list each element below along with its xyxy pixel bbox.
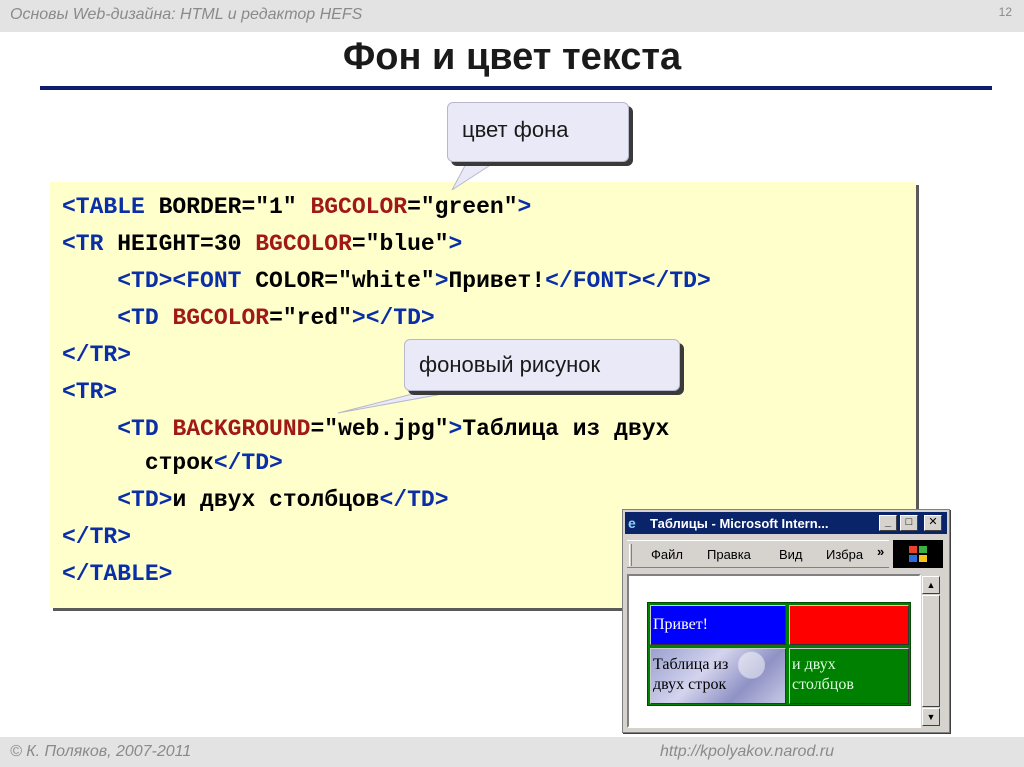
demo-cell-text: и двух — [792, 656, 836, 673]
scroll-thumb[interactable] — [922, 595, 940, 707]
browser-content-area: Привет! Таблица из двух строк и двух сто… — [627, 574, 921, 728]
menu-view[interactable]: Вид — [779, 547, 803, 562]
author-url[interactable]: http://kpolyakov.narod.ru — [660, 743, 834, 761]
demo-cell-background-image: Таблица из двух строк — [650, 648, 786, 704]
demo-cell-text: двух строк — [653, 676, 727, 693]
scroll-down-arrow-icon[interactable]: ▼ — [922, 708, 940, 726]
bg-image-pointer — [337, 388, 471, 414]
maximize-button[interactable]: □ — [900, 515, 918, 531]
menu-overflow-chevron[interactable]: » — [877, 544, 884, 559]
demo-table: Привет! Таблица из двух строк и двух сто… — [647, 602, 911, 706]
callout-bg-color: цвет фона — [447, 102, 629, 162]
windows-flag-icon — [909, 546, 927, 562]
demo-cell-red — [789, 605, 909, 645]
demo-cell-text: Таблица из — [653, 656, 729, 673]
ie-app-icon: e — [628, 515, 636, 531]
menu-edit[interactable]: Правка — [707, 547, 751, 562]
callout-bg-image-text: фоновый рисунок — [419, 352, 601, 377]
menu-favorites[interactable]: Избра — [826, 547, 872, 562]
browser-window: e Таблицы - Microsoft Intern... _ □ ✕ Фа… — [622, 509, 950, 733]
slide-footer-bar: © К. Поляков, 2007-2011 http://kpolyakov… — [0, 737, 1024, 767]
browser-menu-bar: Файл Правка Вид Избра » — [627, 540, 889, 568]
windows-logo — [893, 540, 943, 568]
minimize-button[interactable]: _ — [879, 515, 897, 531]
demo-cell-text: столбцов — [792, 676, 854, 693]
browser-title-bar[interactable]: e Таблицы - Microsoft Intern... _ □ ✕ — [625, 512, 947, 534]
demo-cell-blue: Привет! — [650, 605, 786, 645]
menu-file[interactable]: Файл — [651, 547, 683, 562]
browser-title: Таблицы - Microsoft Intern... — [650, 516, 829, 531]
copyright: © К. Поляков, 2007-2011 — [10, 743, 192, 760]
callout-bg-image: фоновый рисунок — [404, 339, 680, 391]
demo-cell-text: Привет! — [653, 616, 708, 633]
vertical-scrollbar[interactable]: ▲ ▼ — [921, 574, 941, 728]
toolbar-grip[interactable] — [629, 544, 632, 566]
close-button[interactable]: ✕ — [924, 515, 942, 531]
callout-bg-color-text: цвет фона — [462, 117, 569, 142]
scroll-up-arrow-icon[interactable]: ▲ — [922, 576, 940, 594]
demo-cell-green: и двух столбцов — [789, 648, 909, 704]
bg-color-pointer — [451, 159, 500, 191]
